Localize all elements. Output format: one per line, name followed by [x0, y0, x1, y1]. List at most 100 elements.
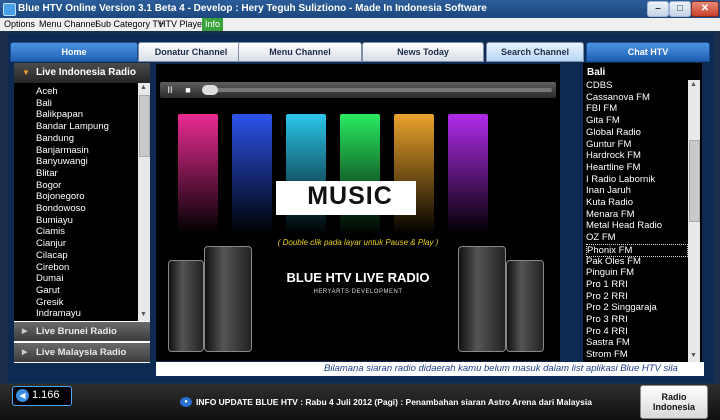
region-scrollbar[interactable]: ▲ ▼	[138, 83, 150, 321]
maximize-button[interactable]: □	[669, 1, 691, 17]
station-item[interactable]: Inan Jaruh	[586, 185, 686, 196]
region-item[interactable]: Bumiayu	[36, 215, 73, 226]
scroll-down-icon[interactable]: ▼	[690, 352, 697, 359]
station-item[interactable]: Guntur FM	[586, 139, 686, 150]
station-item[interactable]: I Radio Labornik	[586, 174, 686, 185]
color-bar-graphic	[394, 114, 434, 234]
region-item[interactable]: Bojonegoro	[36, 191, 85, 202]
region-item[interactable]: Cianjur	[36, 238, 66, 249]
region-item[interactable]: Dumai	[36, 273, 63, 284]
section-malaysia-radio[interactable]: ▶ Live Malaysia Radio	[14, 343, 150, 362]
scroll-down-icon[interactable]: ▼	[140, 311, 147, 318]
station-item[interactable]: Pak Oles FM	[586, 256, 686, 267]
station-item[interactable]: Pro 2 RRI	[586, 291, 686, 302]
tab-search-channel[interactable]: Search Channel	[486, 42, 584, 62]
region-item[interactable]: Blitar	[36, 168, 58, 179]
region-item[interactable]: Cirebon	[36, 262, 69, 273]
tab-donatur-channel[interactable]: Donatur Channel	[138, 42, 244, 62]
tab-chat-htv[interactable]: Chat HTV	[586, 42, 710, 62]
scroll-up-icon[interactable]: ▲	[140, 84, 147, 91]
station-item[interactable]: Pro 2 Singgaraja	[586, 302, 686, 313]
station-item[interactable]: Pro 1 RRI	[586, 279, 686, 290]
station-item[interactable]: Gita FM	[586, 115, 686, 126]
player-controls: II ■	[160, 82, 556, 98]
tab-menu-channel[interactable]: Menu Channel	[238, 42, 362, 62]
station-panel: Bali CDBS Cassanova FM FBI FM Gita FM Global…	[583, 63, 702, 363]
station-item[interactable]: Menara FM	[586, 209, 686, 220]
minimize-button[interactable]: –	[647, 1, 669, 17]
region-list: Aceh Bali Balikpapan Bandar Lampung Bandung B…	[14, 83, 138, 321]
region-item[interactable]: Garut	[36, 285, 60, 296]
scroll-thumb[interactable]	[689, 140, 700, 222]
menu-htv-player[interactable]: HTV Player	[159, 19, 205, 29]
region-item[interactable]: Bandung	[36, 133, 74, 144]
region-header[interactable]: ▼ Live Indonesia Radio	[14, 63, 150, 83]
title-bar: Blue HTV Online Version 3.1 Beta 4 - Dev…	[0, 0, 720, 18]
region-item[interactable]: Cilacap	[36, 250, 68, 261]
info-marquee: Bilamana siaran radio didaerah kamu belu…	[156, 362, 704, 376]
region-item[interactable]: Bondowoso	[36, 203, 86, 214]
station-scrollbar[interactable]: ▲ ▼	[688, 80, 700, 363]
station-item[interactable]: FBI FM	[586, 103, 686, 114]
station-item[interactable]: Global Radio	[586, 127, 686, 138]
button-line1: Radio	[661, 392, 687, 402]
region-item[interactable]: Bogor	[36, 180, 61, 191]
region-header-label: Live Indonesia Radio	[36, 67, 137, 78]
station-item[interactable]: Heartline FM	[586, 162, 686, 173]
region-item[interactable]: Indramayu	[36, 308, 81, 319]
speaker-image	[204, 246, 252, 352]
stop-button[interactable]: ■	[182, 84, 194, 96]
station-item[interactable]: Pro 3 RRI	[586, 314, 686, 325]
volume-control[interactable]: ◀ 1.166	[12, 386, 72, 406]
region-item[interactable]: Balikpapan	[36, 109, 83, 120]
station-item[interactable]: Metal Head Radio	[586, 220, 686, 231]
close-button[interactable]: ✕	[691, 1, 719, 17]
color-bar-graphic	[448, 114, 488, 234]
news-ticker: INFO UPDATE BLUE HTV : Rabu 4 Juli 2012 …	[196, 397, 592, 407]
section-brunei-radio[interactable]: ▶ Live Brunei Radio	[14, 322, 150, 341]
menu-sub-category-tv[interactable]: Sub Category TV	[95, 19, 164, 29]
region-item[interactable]: Banjarmasin	[36, 145, 89, 156]
tab-news-today[interactable]: News Today	[362, 42, 484, 62]
radio-subtitle: HERYARTS DEVELOPMENT	[313, 289, 403, 295]
player-screen[interactable]: II ■ MUSIC ( Double clik pada layar untu…	[156, 64, 560, 361]
seek-knob[interactable]	[202, 85, 218, 95]
scroll-thumb[interactable]	[139, 95, 150, 157]
region-item[interactable]: Aceh	[36, 86, 58, 97]
color-bar-graphic	[232, 114, 272, 234]
tab-bar: Home Donatur Channel Menu Channel News T…	[10, 42, 710, 62]
scroll-up-icon[interactable]: ▲	[690, 81, 697, 88]
station-item[interactable]: Sastra FM	[586, 337, 686, 348]
region-item[interactable]: Gresik	[36, 297, 63, 308]
station-item[interactable]: Pro 4 RRI	[586, 326, 686, 337]
region-panel: ▼ Live Indonesia Radio Aceh Bali Balikpapa…	[14, 63, 150, 363]
color-bar-graphic	[340, 114, 380, 234]
region-item[interactable]: Bali	[36, 98, 52, 109]
section-label: Live Brunei Radio	[36, 326, 117, 337]
station-item[interactable]: OZ FM	[586, 232, 686, 243]
station-item[interactable]: CDBS	[586, 80, 686, 91]
station-item[interactable]: Kuta Radio	[586, 197, 686, 208]
menu-info[interactable]: Info	[202, 18, 224, 31]
station-item[interactable]: Cassanova FM	[586, 92, 686, 103]
seek-track[interactable]	[202, 88, 552, 92]
pause-button[interactable]: II	[164, 84, 176, 96]
station-item[interactable]: Strom FM	[586, 349, 686, 360]
station-item[interactable]: Hardrock FM	[586, 150, 686, 161]
region-item[interactable]: Bandar Lampung	[36, 121, 109, 132]
radio-indonesia-button[interactable]: Radio Indonesia	[640, 385, 708, 419]
region-item[interactable]: Banyuwangi	[36, 156, 88, 167]
menu-options[interactable]: Options	[4, 19, 35, 29]
color-bar-graphic	[286, 114, 326, 234]
section-label: Live Malaysia Radio	[36, 347, 127, 358]
tab-home[interactable]: Home	[10, 42, 138, 62]
news-icon: ●	[180, 397, 192, 407]
menu-channel[interactable]: Menu Channel	[39, 19, 98, 29]
station-item[interactable]: Pinguin FM	[586, 267, 686, 278]
radio-title: BLUE HTV LIVE RADIO	[286, 270, 430, 285]
volume-value: 1.166	[32, 389, 60, 401]
color-bar-graphic	[178, 114, 218, 234]
region-item[interactable]: Ciamis	[36, 226, 65, 237]
speaker-image	[458, 246, 506, 352]
music-text: MUSIC	[307, 182, 393, 210]
